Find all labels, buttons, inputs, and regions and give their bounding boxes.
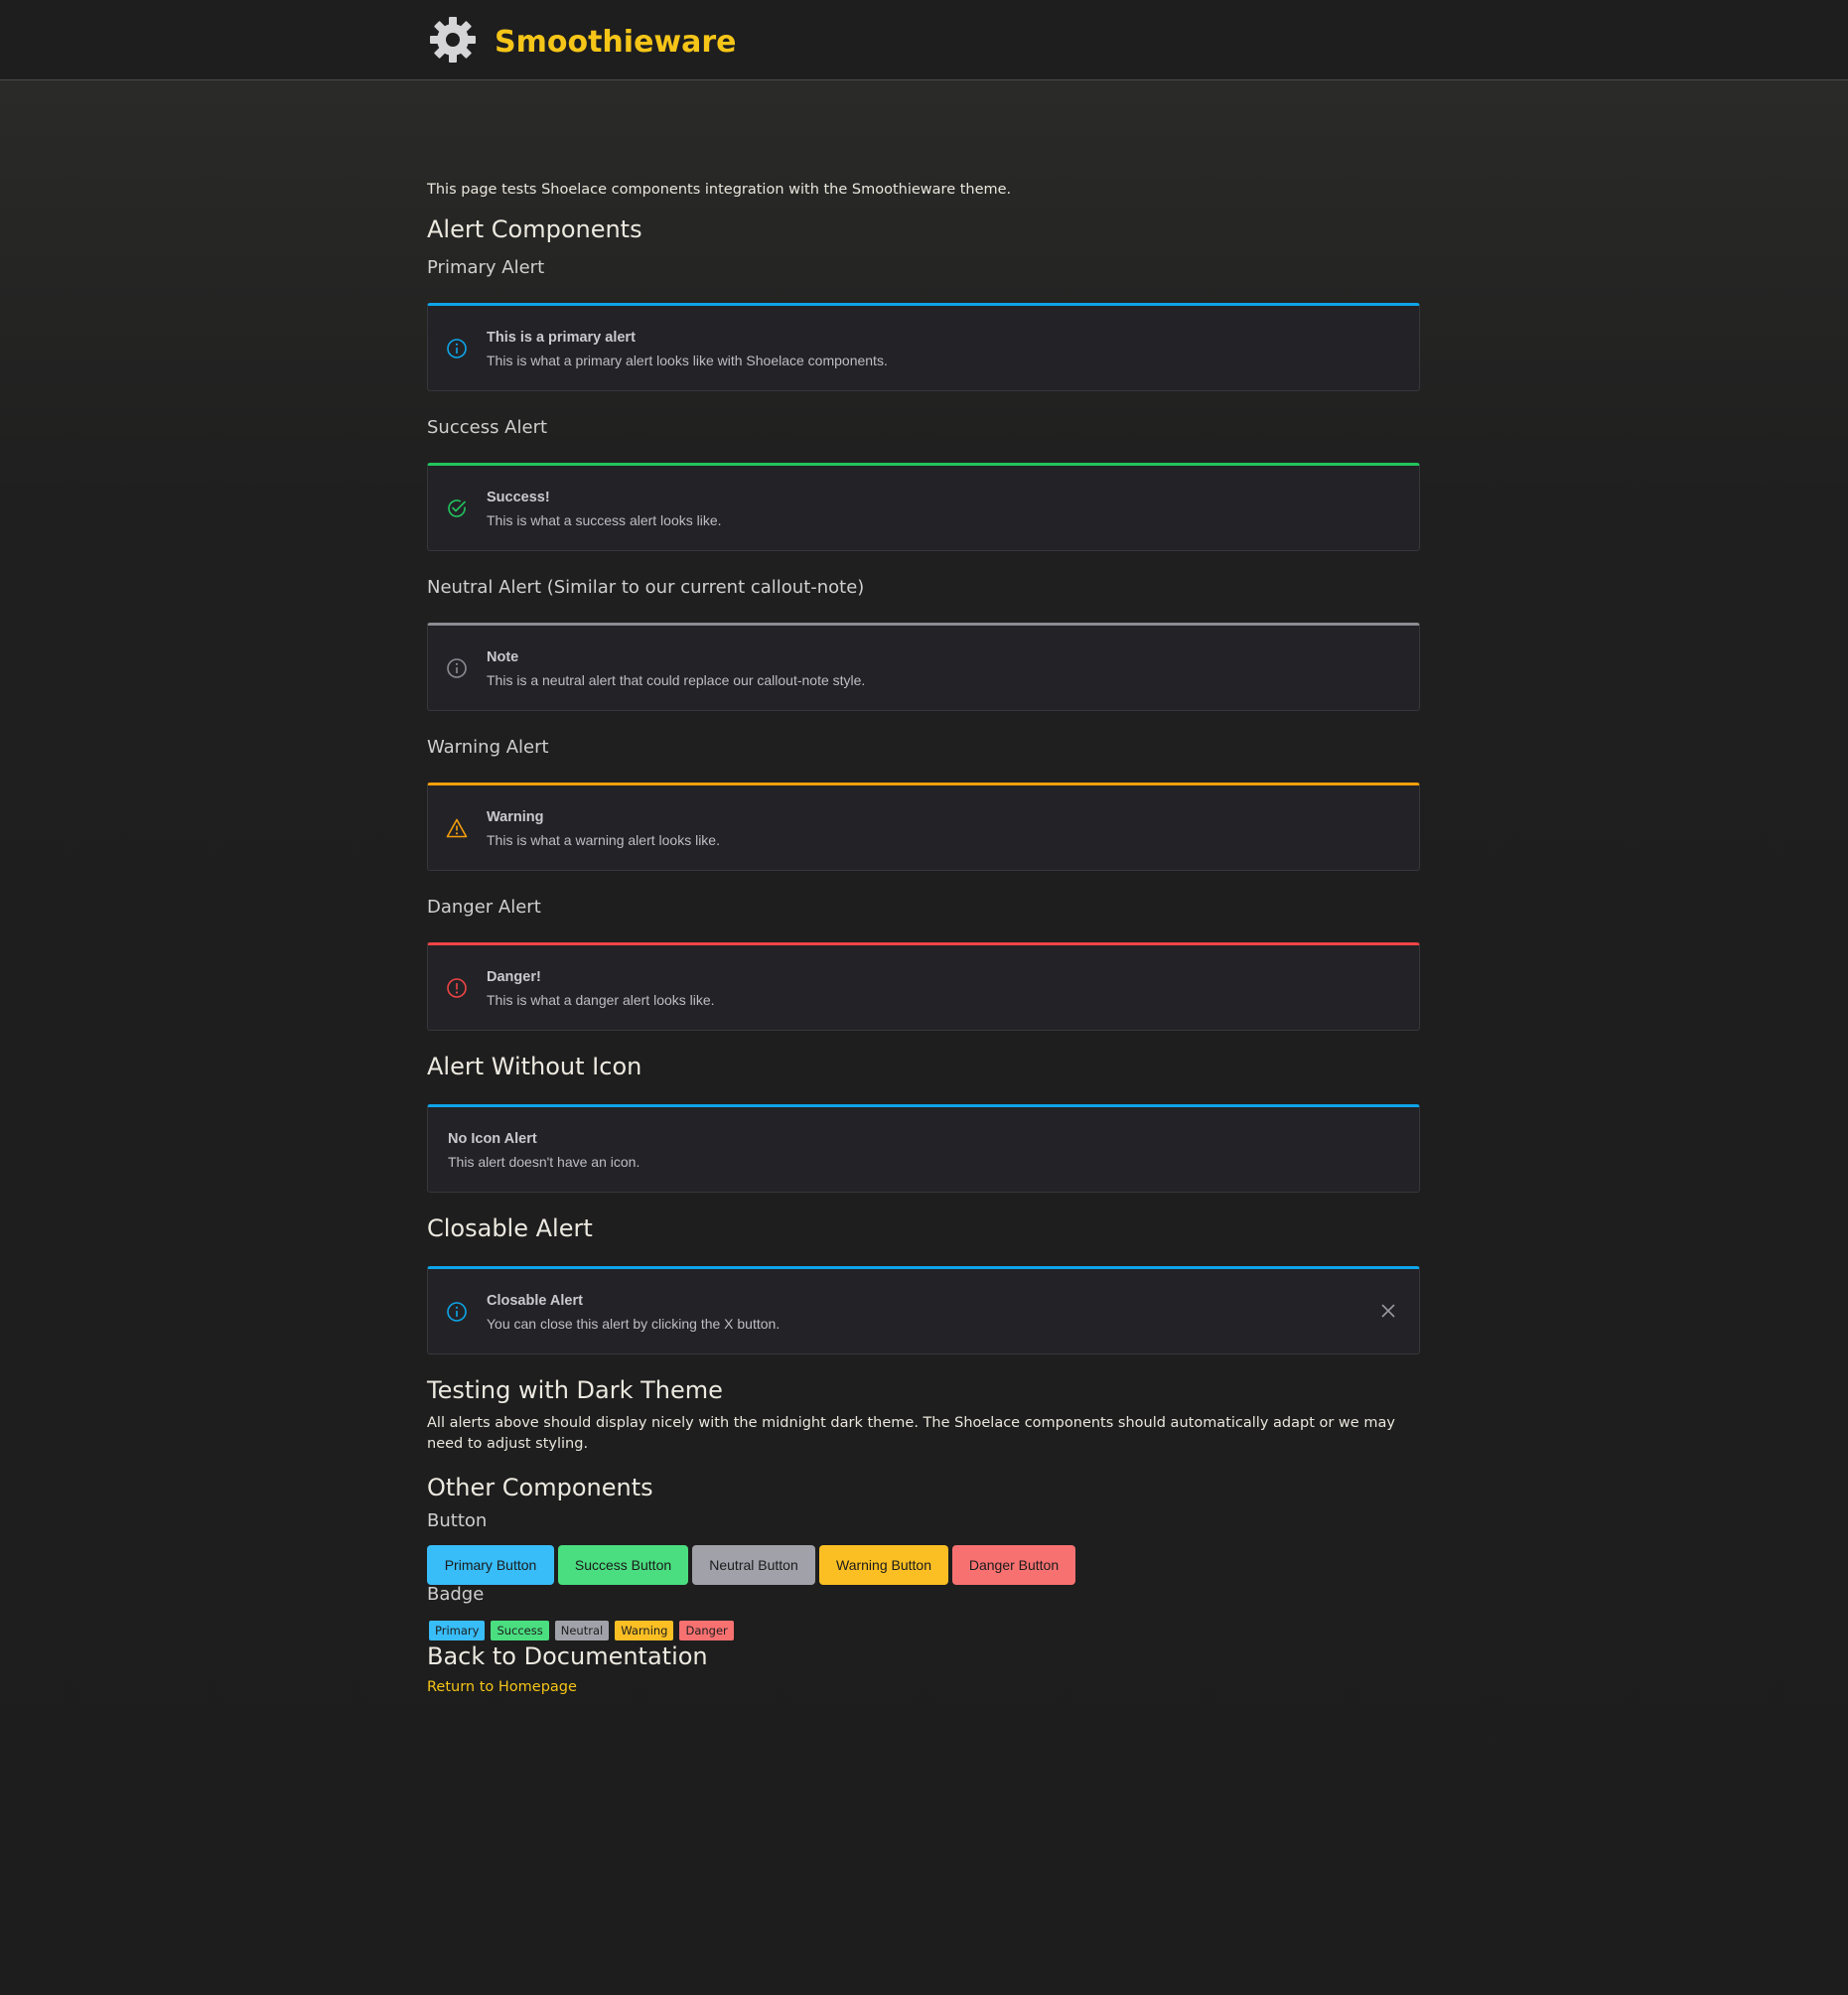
alert-title: This is a primary alert — [487, 330, 636, 346]
alert-primary: This is a primary alert This is what a p… — [427, 303, 1420, 391]
section-title-closable-alert: Closable Alert — [427, 1214, 593, 1242]
badge-primary: Primary — [429, 1621, 486, 1640]
alert-message: This is what a success alert looks like. — [487, 512, 722, 528]
alert-neutral: Note This is a neutral alert that could … — [427, 623, 1420, 711]
section-title-alert-without-icon: Alert Without Icon — [427, 1053, 642, 1080]
close-icon[interactable] — [1379, 1302, 1397, 1320]
danger-button[interactable]: Danger Button — [952, 1545, 1075, 1585]
info-circle-icon — [446, 338, 468, 359]
alert-title: Danger! — [487, 969, 541, 985]
section-title-alert-components: Alert Components — [427, 215, 642, 243]
alert-title: Closable Alert — [487, 1293, 583, 1309]
alert-success: Success! This is what a success alert lo… — [427, 463, 1420, 551]
badge-row: Primary Success Neutral Warning Danger — [429, 1621, 734, 1640]
alert-heading-danger: Danger Alert — [427, 897, 541, 918]
alert-no-icon: No Icon Alert This alert doesn't have an… — [427, 1104, 1420, 1193]
intro-text: This page tests Shoelace components inte… — [427, 182, 1012, 198]
alert-message: This is a neutral alert that could repla… — [487, 672, 866, 688]
alert-title: Warning — [487, 809, 544, 825]
info-circle-icon — [446, 657, 468, 679]
testing-text: All alerts above should display nicely w… — [427, 1415, 1395, 1452]
gear-icon — [427, 14, 479, 70]
alert-danger: Danger! This is what a danger alert look… — [427, 942, 1420, 1031]
alert-title: Note — [487, 649, 519, 665]
warning-triangle-icon — [446, 817, 468, 839]
alert-heading-primary: Primary Alert — [427, 257, 545, 278]
badge-heading: Badge — [427, 1584, 485, 1605]
alert-message: This alert doesn't have an icon. — [448, 1154, 640, 1170]
alert-message: You can close this alert by clicking the… — [487, 1316, 781, 1332]
info-circle-icon — [446, 1301, 468, 1323]
brand[interactable]: Smoothieware — [427, 14, 737, 70]
alert-title: No Icon Alert — [448, 1131, 537, 1147]
alert-message: This is what a primary alert looks like … — [487, 353, 888, 368]
section-title-back: Back to Documentation — [427, 1642, 708, 1670]
badge-warning: Warning — [615, 1621, 674, 1640]
section-title-other-components: Other Components — [427, 1474, 653, 1501]
alert-closable: Closable Alert You can close this alert … — [427, 1266, 1420, 1354]
warning-button[interactable]: Warning Button — [819, 1545, 948, 1585]
alert-message: This is what a danger alert looks like. — [487, 992, 715, 1008]
return-to-homepage-link[interactable]: Return to Homepage — [427, 1679, 577, 1695]
section-title-testing: Testing with Dark Theme — [427, 1376, 723, 1404]
button-row: Primary Button Success Button Neutral Bu… — [427, 1545, 1075, 1585]
primary-button[interactable]: Primary Button — [427, 1545, 554, 1585]
alert-heading-neutral: Neutral Alert (Similar to our current ca… — [427, 577, 865, 598]
neutral-button[interactable]: Neutral Button — [692, 1545, 815, 1585]
alert-heading-success: Success Alert — [427, 417, 548, 438]
alert-warning: Warning This is what a warning alert loo… — [427, 783, 1420, 871]
exclamation-circle-icon — [446, 977, 468, 999]
badge-neutral: Neutral — [554, 1621, 610, 1640]
button-heading: Button — [427, 1510, 488, 1531]
site-header: Smoothieware — [0, 0, 1848, 80]
check-circle-icon — [446, 498, 468, 519]
success-button[interactable]: Success Button — [558, 1545, 688, 1585]
brand-title: Smoothieware — [495, 24, 737, 60]
badge-danger: Danger — [679, 1621, 734, 1640]
badge-success: Success — [491, 1621, 549, 1640]
alert-heading-warning: Warning Alert — [427, 737, 549, 758]
alert-title: Success! — [487, 490, 550, 505]
alert-message: This is what a warning alert looks like. — [487, 832, 720, 848]
